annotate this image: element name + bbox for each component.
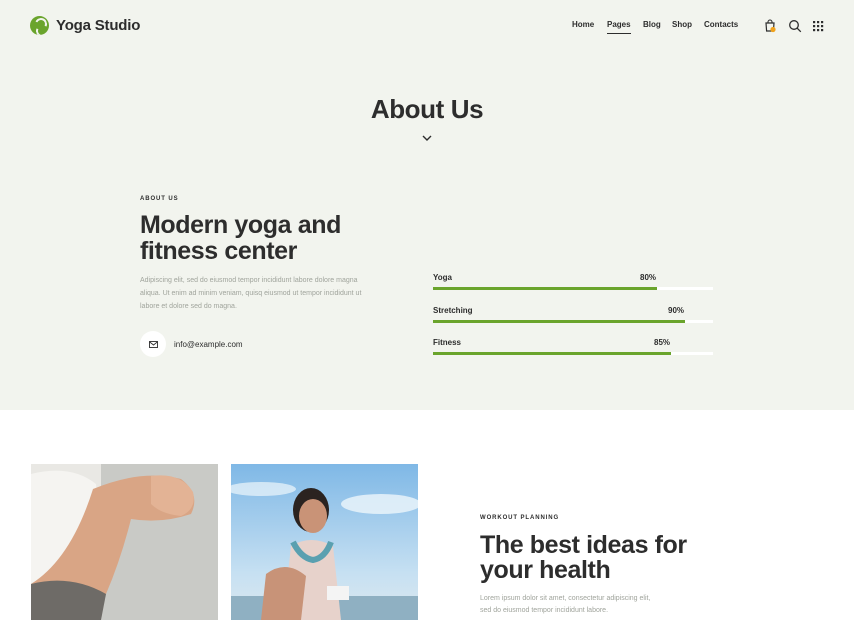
skill-percent: 80%: [640, 273, 657, 282]
chevron-down-icon[interactable]: [421, 133, 433, 143]
about-text-line-1: Adipiscing elit, sed do eiusmod tempor i…: [140, 277, 358, 284]
nav-contacts[interactable]: Contacts: [704, 20, 738, 29]
skill-label: Yoga: [433, 273, 452, 282]
skill-fill: [433, 287, 657, 290]
page-title: About Us: [370, 94, 484, 124]
about-text-line-3: labore et dolore sed do magna.: [140, 303, 237, 310]
envelope-icon: [148, 340, 158, 348]
skill-track: [433, 287, 713, 290]
workout-text-line-2: sed do eiusmod tempor incididunt labore.: [480, 607, 609, 614]
grid-menu-icon[interactable]: [811, 19, 825, 33]
nav-shop[interactable]: Shop: [672, 20, 692, 29]
skill-percent: 85%: [654, 338, 671, 347]
skill-percent: 90%: [668, 306, 685, 315]
nav-pages[interactable]: Pages: [607, 20, 631, 34]
stretching-photo: [31, 464, 218, 620]
skill-fill: [433, 352, 671, 355]
yin-yang-logo-icon: [30, 16, 49, 35]
skill-fill: [433, 320, 685, 323]
skill-label: Stretching: [433, 306, 473, 315]
cart-icon[interactable]: [763, 19, 777, 33]
workout-heading-line-1: The best ideas for: [480, 531, 687, 559]
workout-eyebrow: WORKOUT PLANNING: [480, 515, 560, 521]
email-contact[interactable]: info@example.com: [140, 331, 243, 357]
skill-label: Fitness: [433, 338, 462, 347]
workout-heading-line-2: your health: [480, 556, 611, 584]
skill-track: [433, 320, 713, 323]
smiling-woman-photo: [231, 464, 418, 620]
email-icon-circle: [140, 331, 166, 357]
skill-track: [433, 352, 713, 355]
about-heading-line-1: Modern yoga and: [140, 211, 341, 239]
about-heading-line-2: fitness center: [140, 237, 297, 265]
nav-home[interactable]: Home: [572, 20, 594, 29]
nav-blog[interactable]: Blog: [643, 20, 661, 29]
about-hero-section: [0, 0, 854, 410]
about-text-line-2: aliqua. Ut enim ad minim veniam, quisq e…: [140, 290, 362, 297]
site-logo[interactable]: Yoga Studio: [30, 16, 140, 35]
email-link[interactable]: info@example.com: [174, 340, 243, 349]
site-name: Yoga Studio: [56, 17, 141, 34]
search-icon[interactable]: [788, 19, 802, 33]
about-eyebrow: ABOUT US: [140, 196, 179, 202]
